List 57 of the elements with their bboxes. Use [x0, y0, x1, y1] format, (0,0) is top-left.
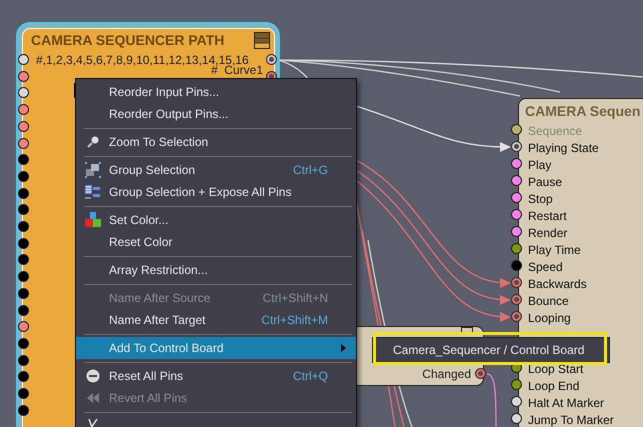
menu-item[interactable]: Group Selection + Expose All Pins: [76, 181, 356, 203]
pin[interactable]: [511, 396, 522, 407]
menu-item[interactable]: Reset Color: [76, 231, 356, 253]
pin-label: Changed: [422, 367, 471, 381]
pin-label: Speed: [528, 261, 563, 273]
menu-item[interactable]: Zoom To Selection: [76, 131, 356, 153]
pin-label: Halt At Marker: [528, 397, 604, 409]
menu-item[interactable]: Add To Control Board: [76, 337, 356, 359]
pin[interactable]: [511, 413, 522, 424]
submenu-item[interactable]: Camera_Sequencer / Control Board: [393, 343, 584, 357]
pin[interactable]: [511, 243, 522, 254]
wire: [486, 373, 497, 427]
group-icon: [84, 162, 100, 178]
search-icon: [86, 135, 100, 149]
pin-label: Pause: [528, 176, 562, 188]
pin[interactable]: [511, 175, 522, 186]
menu-item[interactable]: Group Selection Ctrl+G: [76, 159, 356, 181]
pin[interactable]: [511, 311, 522, 322]
rewind-icon: [86, 392, 100, 404]
pin[interactable]: [511, 158, 522, 169]
menu-item[interactable]: Reset All Pins Ctrl+Q: [76, 365, 356, 387]
pin-label: Loop End: [528, 380, 580, 392]
pin[interactable]: [475, 368, 486, 379]
list-icon: [84, 184, 100, 200]
menu-item[interactable]: Array Restriction...: [76, 259, 356, 281]
pin-label: Render: [528, 227, 568, 239]
node-menu-icon[interactable]: [254, 32, 270, 49]
menu-item[interactable]: Set Color...: [76, 209, 356, 231]
pin[interactable]: [511, 192, 522, 203]
node-menu-icon[interactable]: [461, 327, 473, 332]
pin-label: Restart: [528, 210, 567, 222]
pin[interactable]: [511, 277, 522, 288]
menu-item[interactable]: Reorder Input Pins...: [76, 81, 356, 103]
pin-label: Looping: [528, 312, 571, 324]
pin[interactable]: [511, 226, 522, 237]
pin[interactable]: [511, 209, 522, 220]
pin-label: Play: [528, 159, 552, 171]
node-title: CAMERA Sequen: [525, 103, 640, 119]
pin-label: Playing State: [528, 142, 599, 154]
pin-label: Backwards: [528, 278, 587, 290]
pin[interactable]: [511, 260, 522, 271]
pin-label: Sequence: [528, 125, 582, 137]
pin[interactable]: [511, 294, 522, 305]
blocks-icon: [84, 212, 100, 228]
pin-label: #,1,2,3,4,5,6,7,8,9,10,11,12,13,14,15,16: [36, 53, 249, 67]
pin-label: Jump To Marker: [528, 414, 614, 426]
pin[interactable]: [511, 379, 522, 390]
submenu-arrow-icon: [341, 344, 346, 352]
pin-label: Bounce: [528, 295, 569, 307]
pin-label: Stop: [528, 193, 553, 205]
pin-label: Loop Start: [528, 363, 584, 375]
menu-item[interactable]: Reorder Output Pins...: [76, 103, 356, 125]
pin-label: Play Time: [528, 244, 581, 256]
node-title: CAMERA SEQUENCER PATH: [31, 32, 224, 48]
pin[interactable]: [511, 141, 522, 152]
menu-item[interactable]: Name After Target Ctrl+Shift+M: [76, 309, 356, 331]
minus-circle-icon: [86, 369, 100, 383]
